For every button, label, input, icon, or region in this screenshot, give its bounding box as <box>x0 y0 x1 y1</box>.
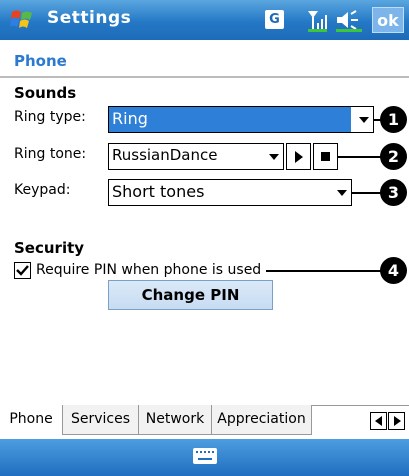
stop-button[interactable] <box>313 143 338 170</box>
chevron-down-icon[interactable] <box>359 117 369 123</box>
ok-button[interactable]: ok <box>372 7 404 33</box>
speaker-icon[interactable] <box>336 10 364 32</box>
play-button[interactable] <box>286 143 311 170</box>
require-pin-label[interactable]: Require PIN when phone is used <box>36 262 261 278</box>
callout-marker-3: 3 <box>380 179 407 206</box>
tab-services[interactable]: Services <box>63 405 139 435</box>
arrow-left-icon <box>375 416 382 426</box>
soft-key-bar <box>0 439 409 476</box>
tab-phone[interactable]: Phone <box>0 405 63 435</box>
app-title: Settings <box>47 8 132 28</box>
tab-network[interactable]: Network <box>139 405 212 435</box>
tab-scroll-right-button[interactable] <box>388 412 405 430</box>
stop-icon <box>321 152 330 161</box>
page-title: Phone <box>14 52 67 70</box>
ring-tone-label: Ring tone: <box>14 146 87 162</box>
sounds-section-label: Sounds <box>14 84 77 102</box>
security-section-label: Security <box>14 239 85 257</box>
chevron-down-icon[interactable] <box>269 154 279 160</box>
callout-marker-2: 2 <box>380 143 407 170</box>
ring-tone-dropdown[interactable]: RussianDance <box>108 143 284 170</box>
keypad-value: Short tones <box>112 182 205 201</box>
callout-leader-4 <box>266 270 384 272</box>
checkmark-icon <box>16 265 29 276</box>
ring-type-dropdown[interactable]: Ring <box>108 106 374 133</box>
change-pin-button[interactable]: Change PIN <box>108 280 273 310</box>
require-pin-checkbox[interactable] <box>14 262 31 279</box>
keyboard-icon[interactable] <box>193 448 217 464</box>
gprs-icon: G <box>265 10 284 29</box>
signal-strength-icon[interactable] <box>306 8 328 32</box>
title-bar: Settings G ok <box>0 0 409 40</box>
keypad-dropdown[interactable]: Short tones <box>108 179 352 206</box>
tab-bar: Phone Services Network Appreciation <box>0 405 409 435</box>
ring-type-value: Ring <box>112 109 148 128</box>
header-divider <box>0 76 409 78</box>
windows-flag-icon[interactable] <box>9 7 35 33</box>
play-icon <box>295 151 303 163</box>
chevron-down-icon[interactable] <box>337 190 347 196</box>
tab-appreciation[interactable]: Appreciation <box>212 405 312 435</box>
callout-leader-2 <box>338 156 384 158</box>
keypad-label: Keypad: <box>14 182 71 198</box>
arrow-right-icon <box>394 416 401 426</box>
ring-tone-value: RussianDance <box>112 146 218 164</box>
ring-type-label: Ring type: <box>14 109 86 125</box>
callout-marker-4: 4 <box>380 257 407 284</box>
callout-marker-1: 1 <box>380 106 407 133</box>
tab-scroll-left-button[interactable] <box>370 412 387 430</box>
